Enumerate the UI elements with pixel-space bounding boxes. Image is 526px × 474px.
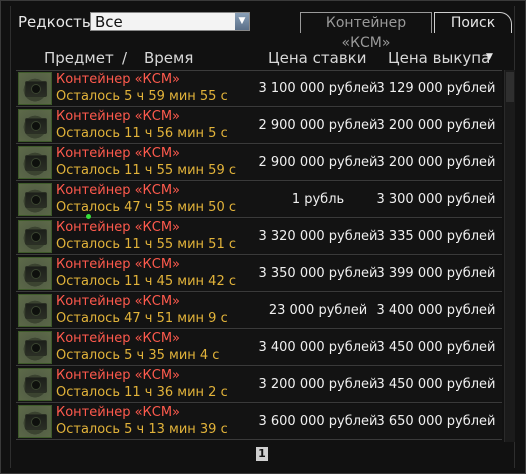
- buyout-price: 3 450 000 рублей: [376, 340, 496, 355]
- time-left: Осталось 5 ч 35 мин 4 с: [56, 348, 220, 363]
- item-name: Контейнер «КСМ»: [56, 257, 181, 272]
- list-item[interactable]: Контейнер «КСМ» Осталось 47 ч 51 мин 9 с…: [16, 293, 502, 329]
- auction-list: Контейнер «КСМ» Осталось 5 ч 59 мин 55 с…: [16, 70, 502, 443]
- buyout-price: 3 450 000 рублей: [376, 377, 496, 392]
- sort-descending-icon[interactable]: ▼: [486, 52, 493, 62]
- item-name: Контейнер «КСМ»: [56, 368, 181, 383]
- list-item[interactable]: Контейнер «КСМ» Осталось 11 ч 55 мин 59 …: [16, 145, 502, 181]
- item-name: Контейнер «КСМ»: [56, 146, 181, 161]
- item-name: Контейнер «КСМ»: [56, 294, 181, 309]
- container-icon: [18, 72, 52, 105]
- tab-search[interactable]: Поиск: [434, 12, 512, 33]
- left-border: [10, 6, 11, 468]
- bid-price: 3 200 000 рублей: [258, 377, 378, 392]
- time-left: Осталось 11 ч 45 мин 42 с: [56, 274, 236, 289]
- container-icon: [18, 146, 52, 179]
- dropdown-arrow-icon[interactable]: ▼: [235, 13, 249, 30]
- filter-bar: Редкость Все ▼ Контейнер «КСМ» Поиск: [0, 0, 526, 51]
- list-item[interactable]: Контейнер «КСМ» Осталось 47 ч 55 мин 50 …: [16, 182, 502, 218]
- table-header: Предмет / Время Цена ставки Цена выкупа …: [16, 46, 500, 70]
- bid-price: 3 350 000 рублей: [258, 266, 378, 281]
- time-left: Осталось 11 ч 55 мин 59 с: [56, 163, 236, 178]
- column-bid-header[interactable]: Цена ставки: [268, 49, 366, 67]
- container-icon: [18, 183, 52, 216]
- cursor-marker: [86, 214, 91, 219]
- buyout-price: 3 300 000 рублей: [376, 192, 496, 207]
- buyout-price: 3 335 000 рублей: [376, 229, 496, 244]
- buyout-price: 3 399 000 рублей: [376, 266, 496, 281]
- list-item[interactable]: Контейнер «КСМ» Осталось 5 ч 13 мин 39 с…: [16, 404, 502, 440]
- bid-price: 3 400 000 рублей: [258, 340, 378, 355]
- time-left: Осталось 47 ч 55 мин 50 с: [56, 200, 236, 215]
- pagination: 1: [0, 446, 526, 464]
- list-item[interactable]: Контейнер «КСМ» Осталось 5 ч 35 мин 4 с …: [16, 330, 502, 366]
- bid-price: 3 100 000 рублей: [258, 81, 378, 96]
- bid-price: 2 900 000 рублей: [258, 118, 378, 133]
- rarity-selected-value: Все: [95, 13, 123, 31]
- buyout-price: 3 200 000 рублей: [376, 155, 496, 170]
- time-left: Осталось 11 ч 36 мин 2 с: [56, 385, 228, 400]
- buyout-price: 3 129 000 рублей: [376, 81, 496, 96]
- bid-price: 1 рубль: [291, 192, 345, 207]
- bid-price: 23 000 рублей: [268, 303, 368, 318]
- page-number-button[interactable]: 1: [256, 447, 268, 461]
- container-icon: [18, 405, 52, 438]
- item-name: Контейнер «КСМ»: [56, 72, 181, 87]
- buyout-price: 3 200 000 рублей: [376, 118, 496, 133]
- list-item[interactable]: Контейнер «КСМ» Осталось 11 ч 56 мин 5 с…: [16, 108, 502, 144]
- time-left: Осталось 5 ч 59 мин 55 с: [56, 89, 228, 104]
- item-name: Контейнер «КСМ»: [56, 405, 181, 420]
- time-left: Осталось 5 ч 13 мин 39 с: [56, 422, 228, 437]
- item-name: Контейнер «КСМ»: [56, 183, 181, 198]
- container-icon: [18, 109, 52, 142]
- bid-price: 3 320 000 рублей: [258, 229, 378, 244]
- list-item[interactable]: Контейнер «КСМ» Осталось 11 ч 45 мин 42 …: [16, 256, 502, 292]
- time-left: Осталось 11 ч 55 мин 51 с: [56, 237, 236, 252]
- time-left: Осталось 11 ч 56 мин 5 с: [56, 126, 228, 141]
- buyout-price: 3 650 000 рублей: [376, 414, 496, 429]
- item-name: Контейнер «КСМ»: [56, 109, 181, 124]
- container-icon: [18, 220, 52, 253]
- container-icon: [18, 331, 52, 364]
- item-name: Контейнер «КСМ»: [56, 331, 181, 346]
- time-left: Осталось 47 ч 51 мин 9 с: [56, 311, 228, 326]
- scrollbar-thumb[interactable]: [506, 72, 514, 102]
- bid-price: 3 600 000 рублей: [258, 414, 378, 429]
- rarity-select[interactable]: Все ▼: [90, 12, 250, 31]
- tab-container-ksm[interactable]: Контейнер «КСМ»: [300, 12, 432, 51]
- column-time-header[interactable]: Время: [144, 49, 193, 67]
- list-item[interactable]: Контейнер «КСМ» Осталось 11 ч 55 мин 51 …: [16, 219, 502, 255]
- column-buyout-header[interactable]: Цена выкупа: [388, 49, 490, 67]
- list-item[interactable]: Контейнер «КСМ» Осталось 11 ч 36 мин 2 с…: [16, 367, 502, 403]
- buyout-price: 3 400 000 рублей: [376, 303, 496, 318]
- list-scrollbar[interactable]: [504, 70, 515, 442]
- container-icon: [18, 368, 52, 401]
- bid-price: 2 900 000 рублей: [258, 155, 378, 170]
- container-icon: [18, 294, 52, 327]
- column-item-header[interactable]: Предмет: [44, 49, 114, 67]
- column-separator: /: [122, 49, 128, 67]
- item-name: Контейнер «КСМ»: [56, 220, 181, 235]
- list-item[interactable]: Контейнер «КСМ» Осталось 5 ч 59 мин 55 с…: [16, 71, 502, 107]
- container-icon: [18, 257, 52, 290]
- rarity-label: Редкость: [18, 13, 91, 31]
